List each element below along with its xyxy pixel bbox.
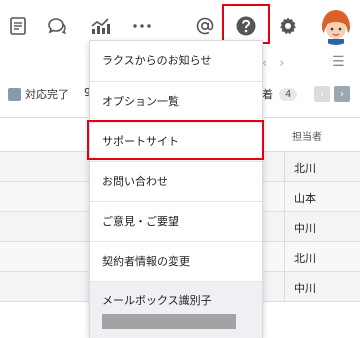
arrival-filter[interactable]: 着 4 bbox=[262, 86, 298, 102]
pager: ‹ › bbox=[314, 86, 350, 102]
assignee-cell: 山本 bbox=[294, 192, 316, 205]
next-arrow-icon[interactable]: › bbox=[279, 56, 284, 71]
assignee-cell: 中川 bbox=[294, 282, 316, 295]
list-icon[interactable]: ☰ bbox=[332, 54, 345, 70]
status-label: 対応完了 bbox=[25, 88, 69, 101]
assignee-cell: 北川 bbox=[294, 162, 316, 175]
chat-icon[interactable] bbox=[41, 10, 73, 42]
status-filter[interactable]: 対応完了 bbox=[8, 86, 69, 102]
help-highlight-box bbox=[222, 4, 270, 44]
pager-prev-button[interactable]: ‹ bbox=[314, 86, 330, 102]
menu-item-rakus-news[interactable]: ラクスからのお知らせ bbox=[90, 41, 262, 81]
menu-item-contact[interactable]: お問い合わせ bbox=[90, 162, 262, 201]
support-site-highlight-box bbox=[87, 120, 264, 160]
menu-item-feedback[interactable]: ご意見・ご要望 bbox=[90, 202, 262, 241]
analytics-icon[interactable] bbox=[84, 10, 116, 42]
more-icon[interactable] bbox=[126, 10, 158, 42]
menu-item-mailbox-id[interactable]: メールボックス識別子 bbox=[90, 282, 262, 338]
assignee-cell: 中川 bbox=[294, 222, 316, 235]
avatar[interactable] bbox=[316, 5, 356, 45]
mailbox-id-label: メールボックス識別子 bbox=[102, 294, 212, 307]
menu-item-options[interactable]: オプション一覧 bbox=[90, 82, 262, 122]
nav-arrows: ‹ › bbox=[262, 56, 284, 71]
document-icon[interactable] bbox=[2, 10, 34, 42]
assignee-header: 担当者 bbox=[292, 132, 322, 143]
assignee-cell: 北川 bbox=[294, 252, 316, 265]
mention-icon[interactable] bbox=[189, 10, 221, 42]
mailbox-id-value-redacted bbox=[102, 314, 236, 329]
pager-next-button[interactable]: › bbox=[334, 86, 350, 102]
arrival-badge: 4 bbox=[279, 87, 298, 101]
menu-item-contract-info[interactable]: 契約者情報の変更 bbox=[90, 242, 262, 281]
help-menu: ラクスからのお知らせ オプション一覧 サポートサイト お問い合わせ ご意見・ご要… bbox=[89, 40, 263, 338]
gear-icon[interactable] bbox=[272, 10, 304, 42]
arrival-label: 着 bbox=[262, 88, 273, 101]
status-icon bbox=[8, 87, 21, 101]
